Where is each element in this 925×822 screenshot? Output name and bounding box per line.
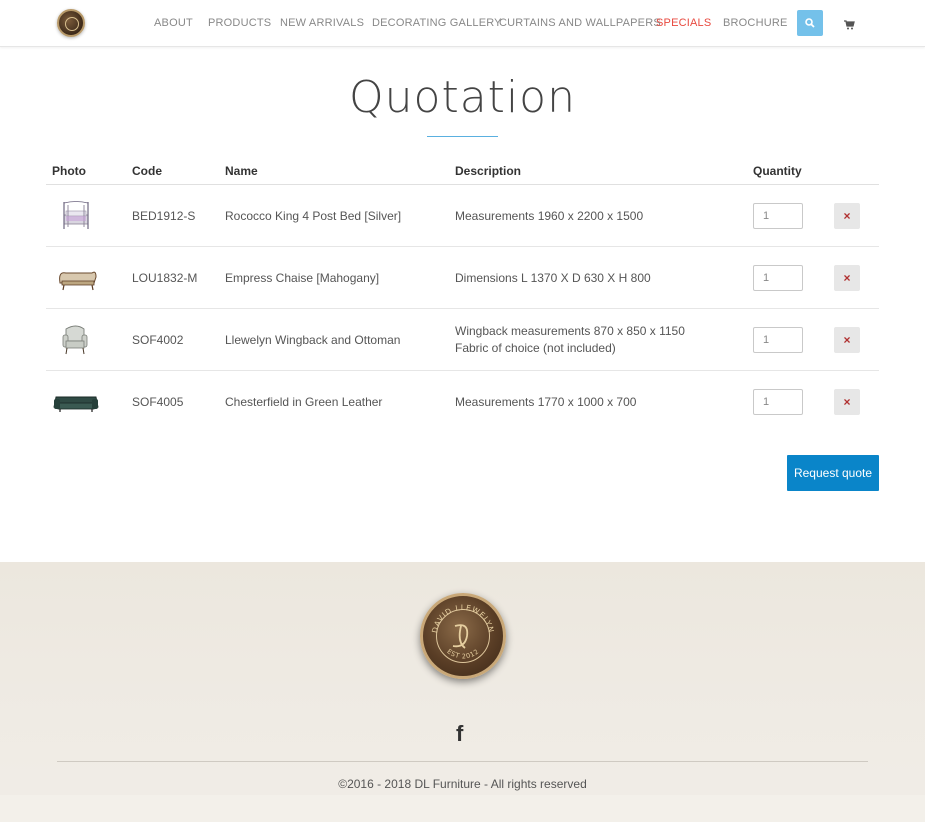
seal-name-text: DAVID LLEWELYN [430, 603, 495, 634]
copyright-text: ©2016 - 2018 DL Furniture - All rights r… [338, 777, 587, 791]
top-nav-bar: ABOUT PRODUCTS NEW ARRIVALS DECORATING G… [0, 0, 925, 47]
product-photo [63, 201, 89, 229]
remove-button[interactable]: × [834, 327, 860, 353]
nav-curtains-wallpapers[interactable]: CURTAINS AND WALLPAPERS [499, 17, 661, 29]
column-header-description: Description [455, 164, 522, 178]
nav-about[interactable]: ABOUT [154, 17, 193, 29]
column-header-quantity: Quantity [753, 164, 802, 178]
cart-icon [844, 20, 855, 30]
table-row: BED1912-S Rococco King 4 Post Bed [Silve… [46, 185, 879, 247]
product-name: Chesterfield in Green Leather [225, 395, 383, 409]
table-row: SOF4002 Llewelyn Wingback and Ottoman Wi… [46, 309, 879, 371]
nav-specials[interactable]: SPECIALS [656, 17, 711, 29]
product-code: BED1912-S [132, 209, 196, 223]
remove-icon: × [843, 333, 851, 347]
product-description: Dimensions L 1370 X D 630 X H 800 [455, 271, 651, 285]
remove-button[interactable]: × [834, 389, 860, 415]
product-code: SOF4002 [132, 333, 184, 347]
remove-icon: × [843, 209, 851, 223]
svg-text:DAVID LLEWELYN: DAVID LLEWELYN [430, 603, 496, 634]
product-name: Empress Chaise [Mahogany] [225, 271, 380, 285]
logo[interactable] [57, 9, 85, 37]
footer-logo-seal: DAVID LLEWELYN EST 2012 [420, 593, 506, 679]
search-icon [805, 18, 815, 28]
product-code: LOU1832-M [132, 271, 198, 285]
product-photo [59, 271, 97, 291]
table-row: SOF4005 Chesterfield in Green Leather Me… [46, 371, 879, 433]
table-row: LOU1832-M Empress Chaise [Mahogany] Dime… [46, 247, 879, 309]
remove-icon: × [843, 395, 851, 409]
product-description: Wingback measurements 870 x 850 x 1150 [455, 324, 685, 338]
product-description: Measurements 1960 x 2200 x 1500 [455, 209, 644, 223]
request-quote-button[interactable]: Request quote [787, 455, 879, 491]
quantity-input[interactable]: 1 [753, 203, 803, 229]
quantity-input[interactable]: 1 [753, 389, 803, 415]
quote-table-header: Photo Code Name Description Quantity [46, 162, 879, 185]
search-button[interactable] [797, 10, 823, 36]
quantity-input[interactable]: 1 [753, 265, 803, 291]
remove-button[interactable]: × [834, 203, 860, 229]
cart-button[interactable] [844, 17, 855, 35]
footer-bottom-band [0, 795, 925, 822]
footer-divider [57, 761, 868, 762]
nav-brochure[interactable]: BROCHURE [723, 17, 788, 29]
product-photo [53, 396, 99, 412]
product-code: SOF4005 [132, 395, 184, 409]
quantity-input[interactable]: 1 [753, 327, 803, 353]
remove-icon: × [843, 271, 851, 285]
product-description: Measurements 1770 x 1000 x 700 [455, 395, 637, 409]
seal-lettering: DAVID LLEWELYN EST 2012 [430, 603, 496, 661]
nav-new-arrivals[interactable]: NEW ARRIVALS [280, 17, 364, 29]
column-header-code: Code [132, 164, 162, 178]
remove-button[interactable]: × [834, 265, 860, 291]
seal-est-text: EST 2012 [445, 647, 480, 660]
nav-decorating-gallery[interactable]: DECORATING GALLERY [372, 17, 502, 29]
nav-products[interactable]: PRODUCTS [208, 17, 271, 29]
product-description-note: Fabric of choice (not included) [455, 341, 616, 355]
column-header-photo: Photo [52, 164, 86, 178]
column-header-name: Name [225, 164, 258, 178]
product-photo [62, 325, 88, 355]
svg-text:EST 2012: EST 2012 [445, 647, 480, 660]
facebook-icon[interactable]: f [456, 721, 463, 747]
product-name: Rococco King 4 Post Bed [Silver] [225, 209, 402, 223]
title-underline [427, 136, 498, 137]
product-name: Llewelyn Wingback and Ottoman [225, 333, 401, 347]
page-title: Quotation [349, 72, 576, 123]
